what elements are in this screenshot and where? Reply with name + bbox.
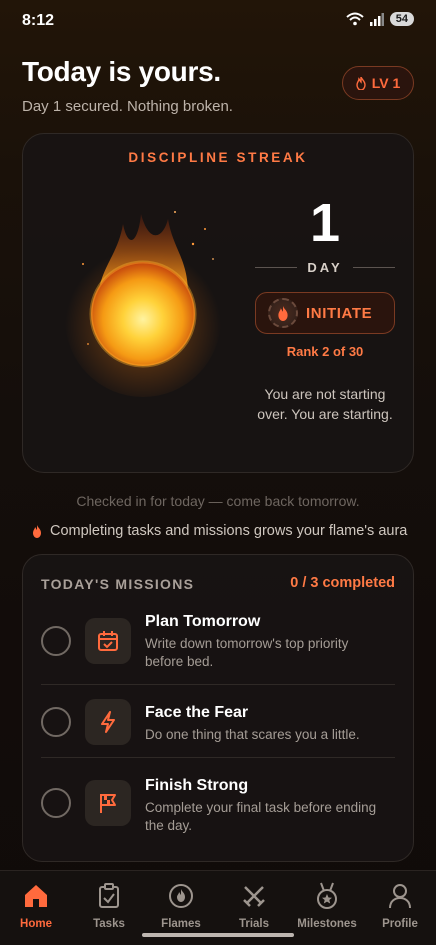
crossed-swords-icon (218, 881, 290, 911)
divider (255, 267, 298, 268)
divider (352, 267, 396, 268)
mission-item[interactable]: Finish Strong Complete your final task b… (41, 777, 395, 837)
streak-unit: DAY (307, 260, 343, 275)
level-label: LV 1 (371, 75, 401, 91)
streak-count: 1 (309, 193, 341, 253)
checkin-status: Checked in for today — come back tomorro… (76, 493, 360, 509)
missions-progress: 0 / 3 completed (290, 575, 395, 591)
missions-heading: TODAY'S MISSIONS (41, 576, 195, 592)
streak-label: DISCIPLINE STREAK (128, 150, 308, 165)
flame-icon (356, 76, 366, 90)
missions-card: TODAY'S MISSIONS 0 / 3 completed Plan To… (22, 554, 414, 862)
mission-description: Write down tomorrow's top priority befor… (145, 636, 349, 669)
mission-title: Plan Tomorrow (145, 613, 261, 630)
streak-message: You are not starting over. You are start… (257, 386, 393, 422)
rank-emblem-icon (268, 298, 298, 328)
nav-label: Trials (238, 918, 270, 930)
nav-item-tasks[interactable]: Tasks (73, 881, 145, 930)
mission-title: Finish Strong (145, 777, 249, 794)
flame-icon (145, 881, 217, 911)
nav-label: Tasks (93, 918, 125, 930)
nav-item-trials[interactable]: Trials (218, 881, 290, 930)
aura-text: Completing tasks and missions grows your… (50, 523, 408, 539)
lightning-icon (85, 699, 131, 745)
streak-card: DISCIPLINE STREAK 1 DAY INITIATE Rank 2 … (22, 133, 414, 473)
mission-checkbox[interactable] (41, 707, 71, 737)
mission-item[interactable]: Face the Fear Do one thing that scares y… (41, 699, 395, 751)
mission-description: Do one thing that scares you a little. (145, 727, 360, 742)
header: Today is yours. Day 1 secured. Nothing b… (22, 56, 414, 115)
nav-item-flames[interactable]: Flames (145, 881, 217, 930)
level-badge[interactable]: LV 1 (342, 66, 414, 100)
aura-hint: Completing tasks and missions grows your… (32, 523, 407, 539)
mission-checkbox[interactable] (41, 626, 71, 656)
nav-label: Milestones (297, 918, 357, 930)
flame-orb-icon (63, 204, 223, 444)
nav-item-profile[interactable]: Profile (364, 881, 436, 930)
wifi-icon (346, 12, 364, 26)
nav-item-milestones[interactable]: Milestones (291, 881, 363, 930)
person-icon (364, 881, 436, 911)
rank-name: INITIATE (306, 304, 373, 322)
home-indicator[interactable] (142, 933, 294, 937)
streak-unit-row: DAY (255, 260, 396, 275)
nav-item-home[interactable]: Home (0, 881, 72, 930)
rank-badge[interactable]: INITIATE (255, 292, 395, 334)
mission-description: Complete your final task before ending t… (145, 800, 377, 833)
nav-label: Flames (161, 918, 201, 930)
status-bar: 8:12 54 (0, 0, 436, 44)
mission-item[interactable]: Plan Tomorrow Write down tomorrow's top … (41, 613, 395, 673)
status-time: 8:12 (22, 12, 55, 29)
divider (41, 757, 395, 758)
home-icon (0, 881, 72, 911)
signal-icon (369, 12, 384, 26)
divider (41, 684, 395, 685)
checkered-flag-icon (85, 780, 131, 826)
mission-title: Face the Fear (145, 704, 249, 721)
battery-indicator: 54 (389, 12, 414, 26)
nav-label: Home (20, 918, 52, 930)
calendar-check-icon (85, 618, 131, 664)
status-icons: 54 (346, 12, 414, 26)
medal-icon (291, 881, 363, 911)
flame-icon (33, 524, 41, 538)
rank-position: Rank 2 of 30 (286, 344, 364, 359)
mission-checkbox[interactable] (41, 788, 71, 818)
clipboard-check-icon (73, 881, 145, 911)
page-subtitle: Day 1 secured. Nothing broken. (22, 98, 233, 115)
nav-label: Profile (382, 918, 418, 930)
